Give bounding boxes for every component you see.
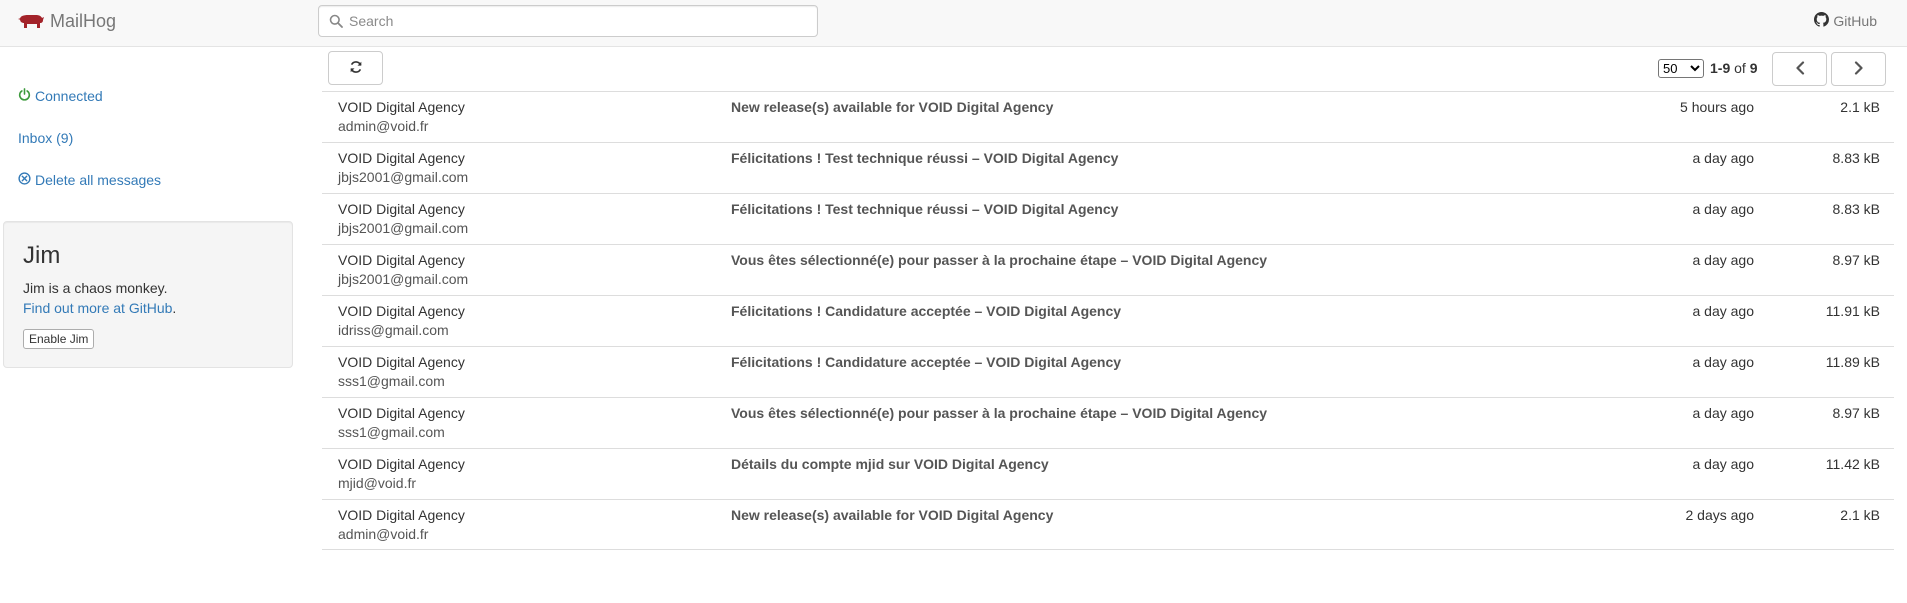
message-subject: New release(s) available for VOID Digita… [731,99,1054,115]
delete-all-label: Delete all messages [35,172,162,188]
message-sender-name: VOID Digital Agency [338,252,465,268]
connection-status-label: Connected [35,88,103,104]
message-sender-name: VOID Digital Agency [338,150,465,166]
per-page-select[interactable]: 50 [1658,59,1704,78]
brand-name: MailHog [50,10,117,31]
message-subject: Détails du compte mjid sur VOID Digital … [731,456,1049,472]
message-time: a day ago [1692,405,1755,421]
message-time: a day ago [1692,201,1755,217]
sidebar: Connected Inbox (9) Delete all messages … [0,47,300,603]
message-size: 11.89 kB [1825,354,1880,370]
message-row[interactable]: VOID Digital Agency jbjs2001@gmail.com Fél… [322,142,1894,193]
message-sender-name: VOID Digital Agency [338,456,465,472]
search-input[interactable] [349,6,809,36]
message-subject: Félicitations ! Candidature acceptée – V… [731,303,1122,319]
message-subject: Félicitations ! Candidature acceptée – V… [731,354,1122,370]
message-time: a day ago [1692,252,1755,268]
message-row[interactable]: VOID Digital Agency admin@void.fr New rele… [322,499,1894,550]
message-recipient-address: sss1@gmail.com [338,424,445,440]
navbar: MailHog GitHub [0,0,1907,47]
chevron-right-icon [1854,60,1864,78]
message-row[interactable]: VOID Digital Agency jbjs2001@gmail.com Vou… [322,244,1894,295]
message-sender-name: VOID Digital Agency [338,354,465,370]
message-row[interactable]: VOID Digital Agency jbjs2001@gmail.com Fél… [322,193,1894,244]
message-row[interactable]: VOID Digital Agency sss1@gmail.com Vous êt… [322,397,1894,448]
message-size: 2.1 kB [1840,507,1880,523]
message-size: 2.1 kB [1840,99,1880,115]
message-subject: Félicitations ! Test technique réussi – … [731,201,1119,217]
github-icon [1814,12,1830,30]
brand-link[interactable]: MailHog [18,0,116,42]
message-subject: Félicitations ! Test technique réussi – … [731,150,1119,166]
message-size: 8.83 kB [1832,150,1880,166]
search-icon [329,14,343,33]
message-total: 9 [1749,60,1758,76]
message-time: 2 days ago [1685,507,1755,523]
pig-logo-icon [18,13,44,29]
message-time: a day ago [1692,150,1755,166]
delete-all-messages-link[interactable]: Delete all messages [18,172,161,188]
connection-status[interactable]: Connected [18,88,103,104]
jim-github-link[interactable]: Find out more at GitHub [23,300,172,316]
search-box[interactable] [318,5,818,37]
message-time: a day ago [1692,303,1755,319]
message-size: 8.97 kB [1832,252,1880,268]
message-sender-name: VOID Digital Agency [338,201,465,217]
message-time: 5 hours ago [1680,99,1754,115]
message-recipient-address: jbjs2001@gmail.com [338,220,469,236]
message-subject: New release(s) available for VOID Digita… [731,507,1054,523]
message-row[interactable]: VOID Digital Agency admin@void.fr New rele… [322,91,1894,142]
message-recipient-address: idriss@gmail.com [338,322,449,338]
message-size: 11.91 kB [1825,303,1880,319]
jim-more-suffix: . [172,300,177,316]
message-recipient-address: admin@void.fr [338,526,429,542]
message-sender-name: VOID Digital Agency [338,99,465,115]
message-row[interactable]: VOID Digital Agency sss1@gmail.com Félicit… [322,346,1894,397]
previous-page-button[interactable] [1772,52,1827,86]
message-row[interactable]: VOID Digital Agency idriss@gmail.com Félic… [322,295,1894,346]
page-range: 1-9 [1710,60,1731,76]
message-recipient-address: admin@void.fr [338,118,429,134]
pagination-info: 1-9 of 9 [1710,60,1758,76]
message-subject: Vous êtes sélectionné(e) pour passer à l… [731,405,1268,421]
jim-description: Jim is a chaos monkey. [23,280,168,296]
message-size: 11.42 kB [1825,456,1880,472]
github-label: GitHub [1833,13,1877,29]
message-subject: Vous êtes sélectionné(e) pour passer à l… [731,252,1268,268]
jim-panel: Jim Jim is a chaos monkey. Find out more… [3,221,293,368]
message-sender-name: VOID Digital Agency [338,303,465,319]
message-size: 8.97 kB [1832,405,1880,421]
message-recipient-address: sss1@gmail.com [338,373,445,389]
power-icon [18,88,31,104]
pagination-of-label: of [1734,60,1746,76]
message-row[interactable]: VOID Digital Agency mjid@void.fr Détails d… [322,448,1894,499]
jim-more-info: Find out more at GitHub. [23,300,176,316]
chevron-left-icon [1795,60,1805,78]
message-recipient-address: mjid@void.fr [338,475,417,491]
message-sender-name: VOID Digital Agency [338,507,465,523]
message-list: VOID Digital Agency admin@void.fr New rele… [322,91,1894,550]
enable-jim-button[interactable]: Enable Jim [23,329,95,349]
next-page-button[interactable] [1831,52,1886,86]
message-recipient-address: jbjs2001@gmail.com [338,169,469,185]
jim-title: Jim [23,242,61,269]
message-sender-name: VOID Digital Agency [338,405,465,421]
message-time: a day ago [1692,354,1755,370]
message-size: 8.83 kB [1832,201,1880,217]
refresh-button[interactable] [328,51,383,85]
close-circle-icon [18,172,31,188]
github-link[interactable]: GitHub [1814,0,1877,42]
message-time: a day ago [1692,456,1755,472]
sidebar-item-inbox-label: Inbox (9) [18,130,74,146]
refresh-icon [349,60,363,77]
sidebar-item-inbox[interactable]: Inbox (9) [18,130,73,146]
message-recipient-address: jbjs2001@gmail.com [338,271,469,287]
